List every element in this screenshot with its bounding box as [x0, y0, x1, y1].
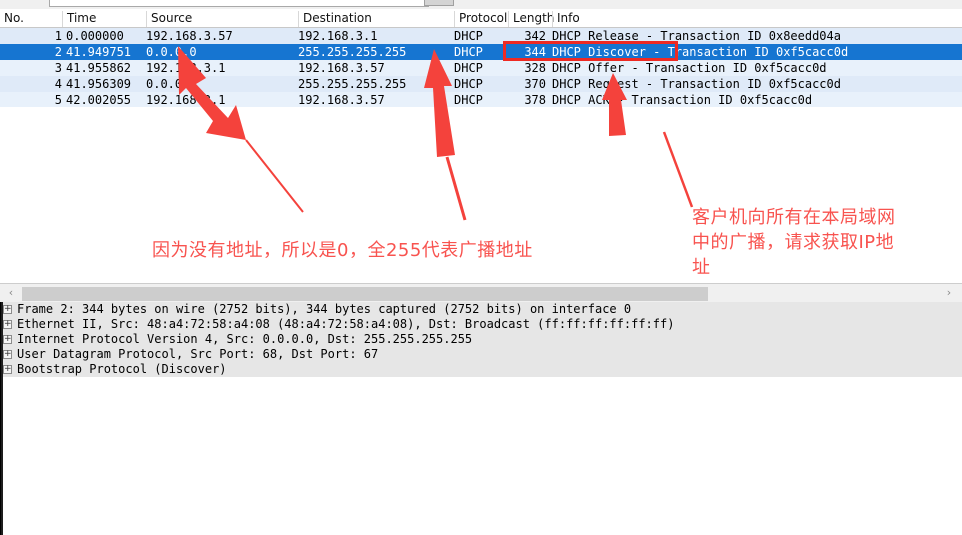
- cell-time: 41.955862: [66, 61, 132, 75]
- cell-protocol: DHCP: [454, 61, 483, 75]
- detail-row-ethernet[interactable]: + Ethernet II, Src: 48:a4:72:58:a4:08 (48…: [1, 317, 962, 332]
- cell-info: DHCP Request - Transaction ID 0xf5cacc0d: [552, 77, 841, 91]
- packet-detail-pane[interactable]: + Frame 2: 344 bytes on wire (2752 bits),…: [0, 302, 962, 535]
- cell-info: DHCP Offer - Transaction ID 0xf5cacc0d: [552, 61, 827, 75]
- detail-pane-edge: [1, 302, 3, 535]
- detail-row-udp[interactable]: + User Datagram Protocol, Src Port: 68, D…: [1, 347, 962, 362]
- column-header-destination[interactable]: Destination: [298, 11, 454, 27]
- scroll-right-arrow-icon[interactable]: ›: [940, 284, 958, 302]
- cell-source: 192.168.3.1: [146, 93, 226, 107]
- filter-bookmark-button[interactable]: [424, 0, 454, 6]
- cell-protocol: DHCP: [454, 45, 483, 59]
- annotation-highlight-box: [503, 41, 678, 61]
- expand-plus-icon[interactable]: +: [3, 320, 12, 329]
- column-header-info[interactable]: Info: [552, 11, 962, 27]
- expand-plus-icon[interactable]: +: [3, 365, 12, 374]
- cell-length: 370: [524, 77, 546, 91]
- table-row[interactable]: 5 42.002055 192.168.3.1 192.168.3.57 DHC…: [0, 92, 962, 108]
- annotation-note-discover-line2: 中的广播，请求获取IP地: [692, 232, 895, 253]
- cell-source: 192.168.3.57: [146, 29, 233, 43]
- table-row[interactable]: 1 0.000000 192.168.3.57 192.168.3.1 DHCP…: [0, 28, 962, 44]
- display-filter-input[interactable]: [49, 0, 429, 7]
- column-header-protocol[interactable]: Protocol: [454, 11, 508, 27]
- annotation-note-discover-line1: 客户机向所有在本局域网: [692, 207, 896, 228]
- packet-list-header: No. Time Source Destination Protocol Len…: [0, 9, 962, 28]
- cell-no: 5: [54, 93, 62, 107]
- detail-row-label: Frame 2: 344 bytes on wire (2752 bits), …: [17, 302, 632, 316]
- table-row[interactable]: 3 41.955862 192.168.3.1 192.168.3.57 DHC…: [0, 60, 962, 76]
- cell-time: 0.000000: [66, 29, 124, 43]
- cell-time: 41.956309: [66, 77, 132, 91]
- annotation-note-discover-line3: 址: [692, 257, 711, 278]
- cell-time: 42.002055: [66, 93, 132, 107]
- horizontal-scrollbar[interactable]: ‹ ›: [0, 283, 962, 304]
- cell-protocol: DHCP: [454, 93, 483, 107]
- table-row[interactable]: 4 41.956309 0.0.0.0 255.255.255.255 DHCP…: [0, 76, 962, 92]
- column-header-no[interactable]: No.: [0, 11, 62, 27]
- scrollbar-thumb[interactable]: [22, 287, 708, 301]
- cell-source: 0.0.0.0: [146, 45, 197, 59]
- detail-row-label: User Datagram Protocol, Src Port: 68, Ds…: [17, 347, 379, 361]
- table-row-selected[interactable]: 2 41.949751 0.0.0.0 255.255.255.255 DHCP…: [0, 44, 962, 60]
- scroll-left-arrow-icon[interactable]: ‹: [2, 284, 20, 302]
- cell-destination: 192.168.3.57: [298, 61, 385, 75]
- cell-no: 4: [54, 77, 62, 91]
- detail-row-label: Ethernet II, Src: 48:a4:72:58:a4:08 (48:…: [17, 317, 675, 331]
- cell-info: DHCP ACK - Transaction ID 0xf5cacc0d: [552, 93, 813, 107]
- expand-plus-icon[interactable]: +: [3, 350, 12, 359]
- column-header-source[interactable]: Source: [146, 11, 298, 27]
- detail-row-bootp[interactable]: + Bootstrap Protocol (Discover): [1, 362, 962, 377]
- detail-row-label: Bootstrap Protocol (Discover): [17, 362, 227, 376]
- detail-row-frame[interactable]: + Frame 2: 344 bytes on wire (2752 bits),…: [1, 302, 962, 317]
- expand-plus-icon[interactable]: +: [3, 335, 12, 344]
- detail-row-label: Internet Protocol Version 4, Src: 0.0.0.…: [17, 332, 473, 346]
- cell-no: 2: [54, 45, 62, 59]
- cell-length: 378: [524, 93, 546, 107]
- cell-destination: 255.255.255.255: [298, 77, 407, 91]
- cell-time: 41.949751: [66, 45, 132, 59]
- cell-no: 1: [54, 29, 62, 43]
- cell-source: 0.0.0.0: [146, 77, 197, 91]
- cell-source: 192.168.3.1: [146, 61, 226, 75]
- column-header-time[interactable]: Time: [62, 11, 146, 27]
- cell-protocol: DHCP: [454, 29, 483, 43]
- cell-destination: 192.168.3.57: [298, 93, 385, 107]
- expand-plus-icon[interactable]: +: [3, 305, 12, 314]
- cell-destination: 192.168.3.1: [298, 29, 378, 43]
- cell-length: 328: [524, 61, 546, 75]
- cell-destination: 255.255.255.255: [298, 45, 407, 59]
- detail-row-ipv4[interactable]: + Internet Protocol Version 4, Src: 0.0.0…: [1, 332, 962, 347]
- annotation-note-broadcast: 因为没有地址，所以是0，全255代表广播地址: [152, 240, 533, 261]
- packet-list-pane[interactable]: No. Time Source Destination Protocol Len…: [0, 9, 962, 108]
- column-header-length[interactable]: Length: [508, 11, 554, 27]
- cell-protocol: DHCP: [454, 77, 483, 91]
- cell-no: 3: [54, 61, 62, 75]
